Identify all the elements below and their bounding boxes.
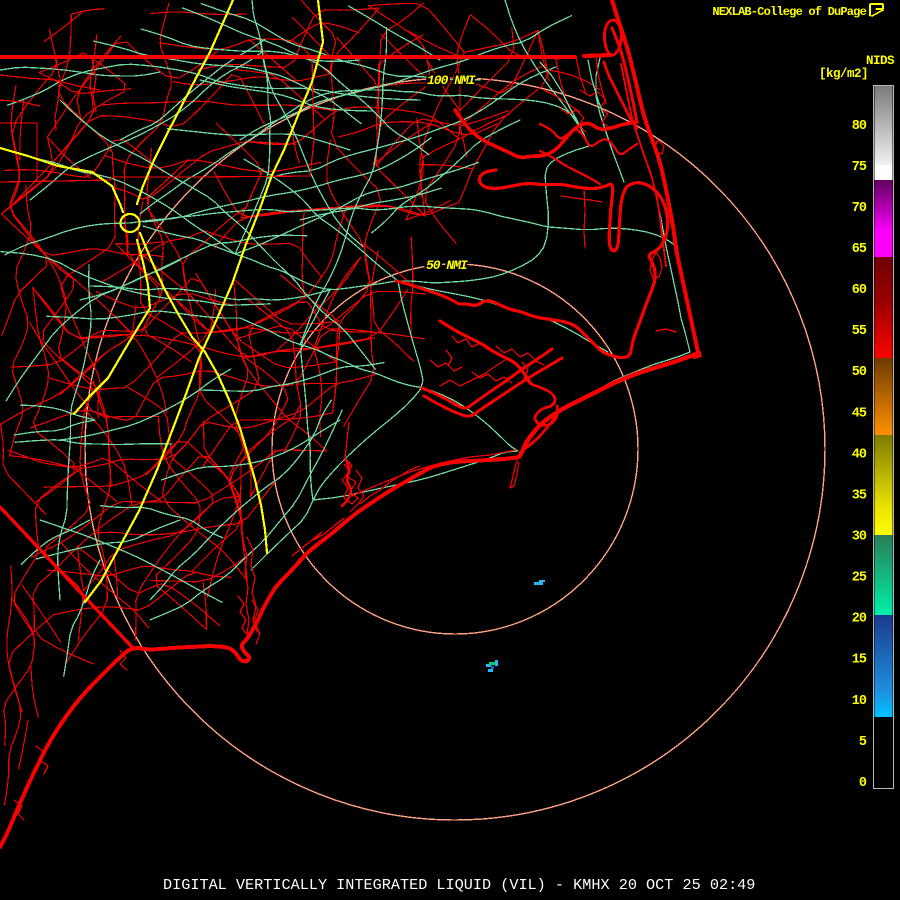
- svg-text:NIDS: NIDS: [866, 54, 895, 68]
- svg-text:DIGITAL VERTICALLY INTEGRATED: DIGITAL VERTICALLY INTEGRATED LIQUID (VI…: [163, 876, 755, 894]
- svg-text:80: 80: [852, 119, 867, 134]
- svg-text:70: 70: [852, 201, 867, 216]
- svg-text:40: 40: [852, 447, 867, 462]
- svg-text:100 NMI: 100 NMI: [427, 73, 476, 88]
- svg-text:50: 50: [852, 365, 867, 380]
- svg-text:45: 45: [852, 406, 867, 421]
- svg-text:0: 0: [859, 776, 867, 791]
- svg-text:50 NMI: 50 NMI: [426, 258, 468, 273]
- svg-text:60: 60: [852, 283, 867, 298]
- svg-text:65: 65: [852, 242, 867, 257]
- svg-text:35: 35: [852, 488, 867, 503]
- svg-text:25: 25: [852, 571, 867, 586]
- svg-text:10: 10: [852, 694, 867, 709]
- svg-text:15: 15: [852, 653, 867, 668]
- svg-text:5: 5: [859, 735, 867, 750]
- svg-text:30: 30: [852, 530, 867, 545]
- svg-text:55: 55: [852, 324, 867, 339]
- svg-text:20: 20: [852, 612, 867, 627]
- svg-text:75: 75: [852, 160, 867, 175]
- svg-text:NEXLAB-College of DuPage: NEXLAB-College of DuPage: [712, 5, 866, 19]
- svg-text:[kg/m2]: [kg/m2]: [819, 67, 868, 81]
